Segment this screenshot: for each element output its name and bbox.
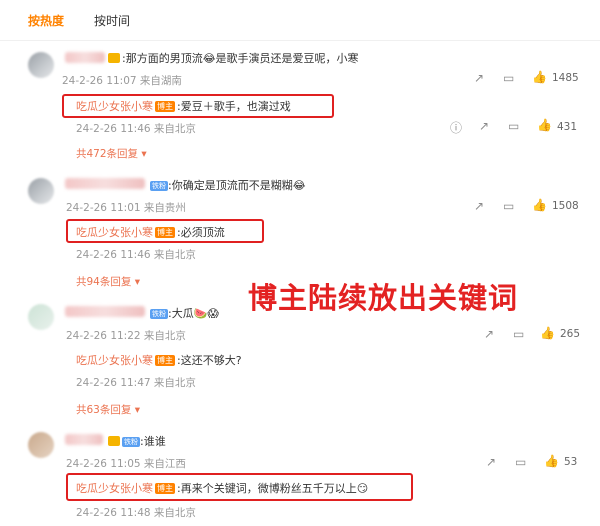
fan-badge: 铁粉 [150,181,168,191]
reply-meta: 24-2-26 11:48 来自北京 [76,507,196,519]
comment-text: :你确定是顶流而不是糊糊😂 [168,179,306,192]
reply-author[interactable]: 吃瓜少女张小寒 [76,226,153,239]
reply-author[interactable]: 吃瓜少女张小寒 [76,482,153,495]
blurred-username[interactable] [65,52,105,63]
avatar[interactable] [28,432,54,458]
like-icon[interactable]: 👍 [544,454,559,468]
crown-badge-icon [108,53,120,63]
fan-badge: 铁粉 [150,309,168,319]
tab-by-hot[interactable]: 按热度 [28,12,64,29]
reply-text: :再来个关键词，微博粉丝五千万以上😏 [177,482,369,495]
comment-text: :那方面的男顶流😂是歌手演员还是爱豆呢，小寒 [122,52,359,65]
sort-tabs: 按热度 按时间 [0,0,600,41]
blurred-username[interactable] [65,306,145,317]
like-count: 1485 [552,72,579,84]
comment-meta: 24-2-26 11:05 来自江西 [66,458,186,470]
comment-icon[interactable]: ▭ [503,199,514,213]
comment-icon[interactable]: ▭ [508,119,519,133]
comment-icon[interactable]: ▭ [513,327,524,341]
fan-badge: 铁粉 [122,437,140,447]
share-icon[interactable]: ↗ [486,455,496,469]
crown-badge-icon [108,436,120,446]
annotation-overlay: 博主陆续放出关键词 [248,281,519,315]
comment-meta: 24-2-26 11:07 来自湖南 [62,75,182,87]
blogger-badge: 博主 [155,355,175,366]
tab-by-time[interactable]: 按时间 [94,12,130,29]
like-icon[interactable]: 👍 [537,118,552,132]
blurred-username[interactable] [65,434,103,445]
share-icon[interactable]: ↗ [484,327,494,341]
blurred-username[interactable] [65,178,145,189]
like-count: 265 [560,328,581,340]
like-icon[interactable]: 👍 [532,198,547,212]
avatar[interactable] [28,178,54,204]
reply-text: :爱豆＋歌手，也演过戏 [177,100,291,113]
avatar[interactable] [28,304,54,330]
share-icon[interactable]: ↗ [479,119,489,133]
reply-meta: 24-2-26 11:46 来自北京 [76,249,196,261]
reply-author[interactable]: 吃瓜少女张小寒 [76,100,153,113]
like-icon[interactable]: 👍 [540,326,555,340]
like-count: 53 [564,456,578,468]
share-icon[interactable]: ↗ [474,71,484,85]
reply-text: :必须顶流 [177,226,225,239]
avatar[interactable] [28,52,54,78]
comment-text: :谁谁 [140,435,166,448]
reply-meta: 24-2-26 11:46 来自北京 [76,123,196,135]
comment-meta: 24-2-26 11:22 来自北京 [66,330,186,342]
comment-text: :大瓜🍉😱 [168,307,219,320]
comment-meta: 24-2-26 11:01 来自贵州 [66,202,186,214]
like-icon[interactable]: 👍 [532,70,547,84]
comment-icon[interactable]: ▭ [503,71,514,85]
reply-author[interactable]: 吃瓜少女张小寒 [76,354,153,367]
more-replies-link[interactable]: 共472条回复 ▾ [76,146,147,161]
blogger-badge: 博主 [155,483,175,494]
reply-meta: 24-2-26 11:47 来自北京 [76,377,196,389]
blogger-badge: 博主 [155,227,175,238]
more-replies-link[interactable]: 共63条回复 ▾ [76,402,140,417]
report-icon[interactable]: ⓘ [450,119,462,136]
like-count: 431 [557,121,578,133]
blogger-badge: 博主 [155,101,175,112]
comment-icon[interactable]: ▭ [515,455,526,469]
share-icon[interactable]: ↗ [474,199,484,213]
reply-text: :这还不够大? [177,354,242,367]
like-count: 1508 [552,200,579,212]
more-replies-link[interactable]: 共94条回复 ▾ [76,274,140,289]
